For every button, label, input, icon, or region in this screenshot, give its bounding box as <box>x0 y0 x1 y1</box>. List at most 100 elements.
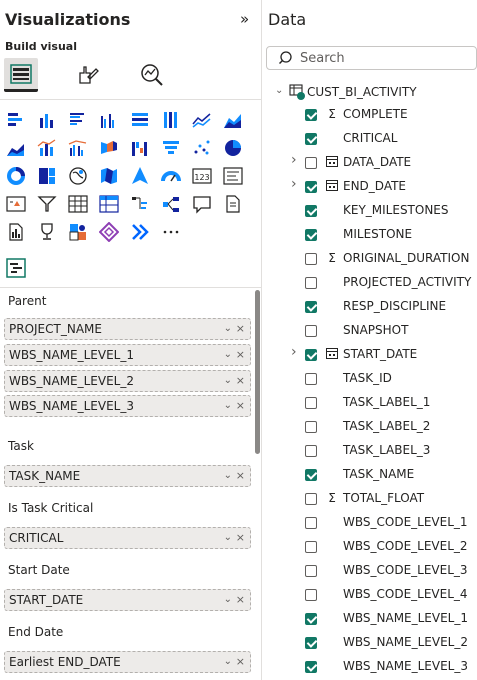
table-icon[interactable] <box>68 194 88 214</box>
well-field-pill[interactable]: Earliest END_DATE ⌄ × <box>4 651 251 673</box>
smart-narrative-icon[interactable] <box>223 194 243 214</box>
slicer-icon[interactable] <box>37 194 57 214</box>
field-row-task-label-3[interactable]: TASK_LABEL_3 <box>291 440 475 464</box>
field-menu-chevron-icon[interactable]: ⌄ <box>224 466 232 486</box>
table-node[interactable]: ⌄ CUST_BI_ACTIVITY <box>275 82 475 106</box>
key-influencers-icon[interactable] <box>161 194 181 214</box>
qna-icon[interactable] <box>192 194 212 214</box>
stacked-column-chart-icon[interactable] <box>37 110 57 130</box>
remove-field-icon[interactable]: × <box>236 371 245 391</box>
line-stacked-column-chart-icon[interactable] <box>37 138 57 158</box>
field-checkbox[interactable] <box>305 661 317 673</box>
collapse-chevron-icon[interactable]: ⌄ <box>275 85 285 96</box>
decomposition-tree-icon[interactable] <box>130 194 150 214</box>
map-icon[interactable] <box>68 166 88 186</box>
remove-field-icon[interactable]: × <box>236 345 245 365</box>
field-checkbox[interactable] <box>305 181 317 193</box>
funnel-chart-icon[interactable] <box>161 138 181 158</box>
clustered-bar-chart-icon[interactable] <box>68 110 88 130</box>
well-field-pill[interactable]: PROJECT_NAME ⌄ × <box>4 318 251 340</box>
field-checkbox[interactable] <box>305 397 317 409</box>
field-row-data-date[interactable]: › DATA_DATE <box>291 152 475 176</box>
power-automate-icon[interactable] <box>130 222 150 242</box>
build-visual-tab[interactable] <box>4 58 38 92</box>
scatter-chart-icon[interactable] <box>192 138 212 158</box>
field-menu-chevron-icon[interactable]: ⌄ <box>224 590 232 610</box>
paginated-report-icon[interactable] <box>6 222 26 242</box>
remove-field-icon[interactable]: × <box>236 652 245 672</box>
collapse-pane-button[interactable]: » <box>240 10 249 28</box>
field-checkbox[interactable] <box>305 373 317 385</box>
field-checkbox[interactable] <box>305 133 317 145</box>
field-row-wbs-code-level-2[interactable]: WBS_CODE_LEVEL_2 <box>291 536 475 560</box>
field-checkbox[interactable] <box>305 469 317 481</box>
expand-chevron-icon[interactable]: › <box>291 344 301 360</box>
pie-chart-icon[interactable] <box>223 138 243 158</box>
field-checkbox[interactable] <box>305 421 317 433</box>
field-row-task-label-2[interactable]: TASK_LABEL_2 <box>291 416 475 440</box>
field-row-complete[interactable]: Σ COMPLETE <box>291 104 475 128</box>
field-menu-chevron-icon[interactable]: ⌄ <box>224 652 232 672</box>
well-field-pill[interactable]: TASK_NAME ⌄ × <box>4 465 251 487</box>
remove-field-icon[interactable]: × <box>236 466 245 486</box>
search-input[interactable]: Search <box>266 46 477 70</box>
donut-chart-icon[interactable] <box>6 166 26 186</box>
well-field-pill[interactable]: WBS_NAME_LEVEL_3 ⌄ × <box>4 395 251 417</box>
filled-map-icon[interactable] <box>99 166 119 186</box>
more-visuals-icon[interactable] <box>161 222 181 242</box>
remove-field-icon[interactable]: × <box>236 590 245 610</box>
field-checkbox[interactable] <box>305 277 317 289</box>
analytics-tab[interactable] <box>135 58 169 92</box>
gauge-icon[interactable] <box>161 166 181 186</box>
card-icon[interactable]: 123 <box>192 166 212 186</box>
expand-chevron-icon[interactable]: › <box>291 176 301 192</box>
remove-field-icon[interactable]: × <box>236 396 245 416</box>
field-checkbox[interactable] <box>305 205 317 217</box>
field-row-key-milestones[interactable]: KEY_MILESTONES <box>291 200 475 224</box>
field-checkbox[interactable] <box>305 493 317 505</box>
stacked-bar-chart-icon[interactable] <box>6 110 26 130</box>
field-checkbox[interactable] <box>305 301 317 313</box>
field-row-total-float[interactable]: Σ TOTAL_FLOAT <box>291 488 475 512</box>
field-row-milestone[interactable]: MILESTONE <box>291 224 475 248</box>
area-chart-icon[interactable] <box>223 110 243 130</box>
expand-chevron-icon[interactable]: › <box>291 152 301 168</box>
100-stacked-column-chart-icon[interactable] <box>161 110 181 130</box>
field-row-wbs-code-level-4[interactable]: WBS_CODE_LEVEL_4 <box>291 584 475 608</box>
wells-scrollbar[interactable] <box>255 290 260 454</box>
remove-field-icon[interactable]: × <box>236 528 245 548</box>
field-menu-chevron-icon[interactable]: ⌄ <box>224 396 232 416</box>
metrics-icon[interactable] <box>68 222 88 242</box>
clustered-column-chart-icon[interactable] <box>99 110 119 130</box>
field-row-resp-discipline[interactable]: RESP_DISCIPLINE <box>291 296 475 320</box>
field-row-original-duration[interactable]: Σ ORIGINAL_DURATION <box>291 248 475 272</box>
well-field-pill[interactable]: CRITICAL ⌄ × <box>4 527 251 549</box>
field-checkbox[interactable] <box>305 229 317 241</box>
treemap-icon[interactable] <box>37 166 57 186</box>
field-row-start-date[interactable]: › START_DATE <box>291 344 475 368</box>
gantt-custom-visual-icon[interactable] <box>6 258 30 282</box>
field-checkbox[interactable] <box>305 613 317 625</box>
well-field-pill[interactable]: WBS_NAME_LEVEL_1 ⌄ × <box>4 344 251 366</box>
field-checkbox[interactable] <box>305 157 317 169</box>
waterfall-chart-icon[interactable] <box>130 138 150 158</box>
well-field-pill[interactable]: START_DATE ⌄ × <box>4 589 251 611</box>
line-clustered-column-chart-icon[interactable] <box>68 138 88 158</box>
field-row-wbs-code-level-1[interactable]: WBS_CODE_LEVEL_1 <box>291 512 475 536</box>
azure-map-icon[interactable] <box>130 166 150 186</box>
field-row-task-label-1[interactable]: TASK_LABEL_1 <box>291 392 475 416</box>
field-row-wbs-name-level-2[interactable]: WBS_NAME_LEVEL_2 <box>291 632 475 656</box>
field-checkbox[interactable] <box>305 325 317 337</box>
field-row-critical[interactable]: CRITICAL <box>291 128 475 152</box>
well-field-pill[interactable]: WBS_NAME_LEVEL_2 ⌄ × <box>4 370 251 392</box>
ribbon-chart-icon[interactable] <box>99 138 119 158</box>
field-checkbox[interactable] <box>305 589 317 601</box>
field-row-end-date[interactable]: › END_DATE <box>291 176 475 200</box>
remove-field-icon[interactable]: × <box>236 319 245 339</box>
field-row-wbs-name-level-1[interactable]: WBS_NAME_LEVEL_1 <box>291 608 475 632</box>
field-row-task-id[interactable]: TASK_ID <box>291 368 475 392</box>
kpi-icon[interactable] <box>6 194 26 214</box>
field-checkbox[interactable] <box>305 109 317 121</box>
field-row-wbs-name-level-3[interactable]: WBS_NAME_LEVEL_3 <box>291 656 475 680</box>
field-menu-chevron-icon[interactable]: ⌄ <box>224 319 232 339</box>
